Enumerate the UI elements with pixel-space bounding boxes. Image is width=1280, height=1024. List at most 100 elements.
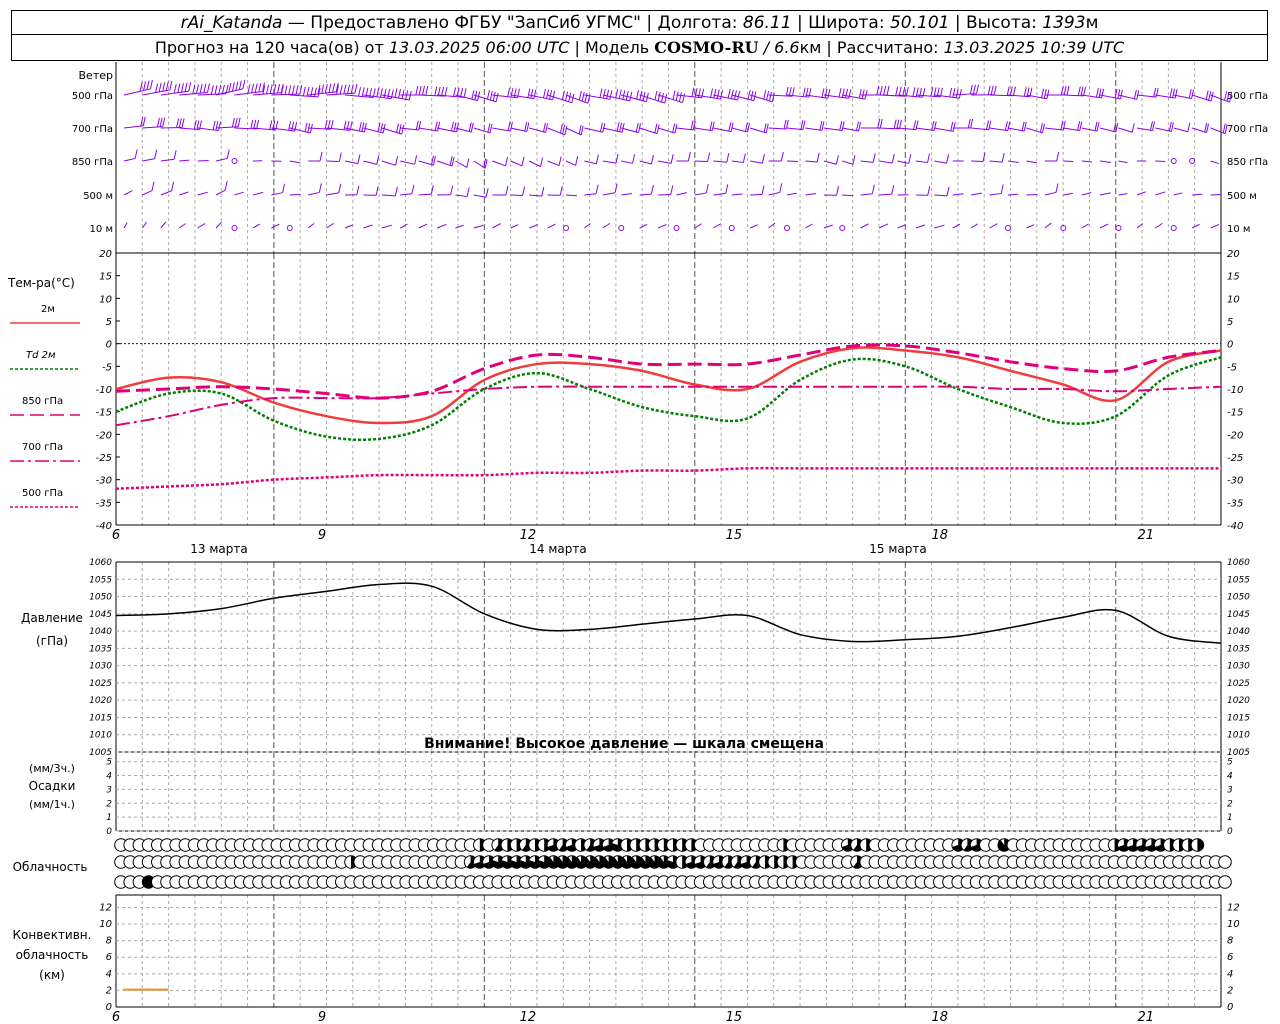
wind-barb-flag	[466, 187, 470, 197]
wind-barb	[123, 157, 136, 162]
wind-barb-flag	[540, 157, 544, 167]
wind-barb-flag	[203, 83, 207, 93]
wind-level-label: 500 гПа	[72, 91, 113, 102]
wind-barb-flag	[228, 82, 232, 93]
wind-barb-flag	[489, 90, 493, 101]
wind-barb-flag	[949, 87, 953, 97]
wind-barb	[455, 160, 468, 168]
wind-barb	[289, 160, 301, 164]
temp-ytick-right: 20	[1227, 249, 1240, 260]
wind-barb	[1081, 160, 1092, 163]
wind-barb-flag	[1187, 122, 1191, 132]
wind-calm-marker	[1170, 225, 1177, 231]
wind-barb-flag	[952, 122, 956, 132]
conv-ytick-left: 0	[106, 1002, 112, 1013]
wind-barb-flag	[450, 185, 454, 195]
wind-barb-flag	[470, 122, 474, 133]
wind-barb-flag	[495, 92, 499, 102]
temp-legend-label: 2м	[41, 304, 55, 315]
wind-barb-flag	[165, 81, 169, 91]
wind-barb	[197, 191, 208, 196]
pressure-ytick-left: 1035	[89, 644, 112, 654]
pressure-ytick-left: 1055	[89, 575, 112, 585]
wind-barb-flag	[891, 185, 895, 195]
wind-barb-flag	[453, 87, 457, 97]
temp-ytick-left: 5	[106, 317, 112, 328]
wind-barb-flag	[802, 120, 806, 130]
wind-barb-flag	[313, 87, 317, 97]
wind-barb-flag	[180, 83, 184, 93]
wind-barb	[510, 127, 527, 132]
precip-label-3h: (мм/3ч.)	[29, 762, 75, 775]
pressure-ytick-right: 1035	[1227, 644, 1250, 654]
wind-barb	[694, 223, 702, 229]
wind-barb-flag	[1153, 87, 1157, 97]
hour-tick-label: 18	[932, 528, 949, 543]
conv-ytick-right: 0	[1227, 1002, 1233, 1013]
wind-barb	[805, 127, 823, 131]
wind-barb	[1099, 223, 1109, 229]
wind-barb-flag	[575, 156, 579, 166]
wind-barb-flag	[357, 154, 361, 164]
pressure-unit: (гПа)	[36, 634, 68, 648]
conv-ytick-right: 4	[1227, 969, 1233, 980]
wind-barb-flag	[330, 120, 334, 130]
wind-barb-flag	[654, 90, 658, 101]
wind-barb	[934, 224, 945, 229]
wind-barb	[271, 223, 280, 229]
wind-barb-flag	[449, 156, 453, 166]
wind-barb	[750, 160, 763, 164]
wind-barb-flag	[650, 154, 654, 165]
wind-barb-flag	[636, 89, 640, 100]
temp-legend-label: 850 гПа	[22, 396, 63, 407]
wind-barb-flag	[710, 88, 714, 98]
cloud-title: Облачность	[13, 860, 88, 874]
wind-barb	[602, 222, 611, 229]
wind-barb-flag	[602, 89, 606, 99]
pressure-ytick-right: 1020	[1227, 696, 1250, 706]
wind-level-label: 700 гПа	[72, 124, 113, 135]
wind-barb-flag	[716, 89, 720, 99]
wind-barb-flag	[691, 87, 695, 97]
wind-barb	[492, 127, 511, 132]
wind-barb	[970, 223, 978, 229]
wind-barb-flag	[415, 120, 419, 130]
wind-barb-flag	[690, 120, 694, 130]
conv-ytick-left: 12	[99, 902, 112, 913]
conv-title3: (км)	[39, 968, 65, 982]
hour-tick-label-bottom: 6	[112, 1010, 120, 1024]
wind-barb	[547, 160, 560, 167]
wind-barb-flag	[687, 151, 691, 162]
wind-barb	[234, 191, 244, 196]
wind-barb	[1118, 193, 1128, 196]
precip-ytick-left: 5	[106, 758, 112, 768]
wind-barb-flag	[967, 118, 971, 129]
temp-legend-label: 500 гПа	[22, 488, 63, 499]
wind-barb-flag	[347, 84, 351, 94]
wind-barb-flag	[215, 121, 219, 131]
wind-barb-flag	[841, 121, 845, 131]
wind-barb-flag	[269, 84, 273, 94]
wind-barb-flag	[599, 122, 603, 132]
wind-barb	[436, 223, 447, 229]
wind-barb-flag	[411, 184, 415, 194]
temp-ytick-right: -35	[1227, 498, 1243, 509]
wind-barb	[1173, 94, 1192, 100]
wind-barb-flag	[629, 91, 633, 101]
wind-barb-flag	[242, 79, 246, 89]
wind-barb	[123, 222, 128, 229]
wind-calm-marker	[286, 225, 293, 231]
wind-barb-flag	[970, 118, 974, 129]
wind-barb-flag	[896, 119, 900, 129]
wind-barb	[694, 160, 708, 163]
wind-barb-flag	[1079, 121, 1083, 131]
temp-ytick-left: 15	[99, 272, 112, 283]
wind-barb-flag	[1117, 89, 1121, 99]
wind-barb	[215, 189, 226, 196]
wind-barb	[1026, 224, 1035, 229]
wind-barb-flag	[616, 121, 620, 132]
wind-barb	[1136, 127, 1153, 132]
temp-ytick-right: -20	[1227, 430, 1243, 441]
wind-barb	[713, 160, 727, 163]
wind-barb-flag	[558, 156, 562, 166]
